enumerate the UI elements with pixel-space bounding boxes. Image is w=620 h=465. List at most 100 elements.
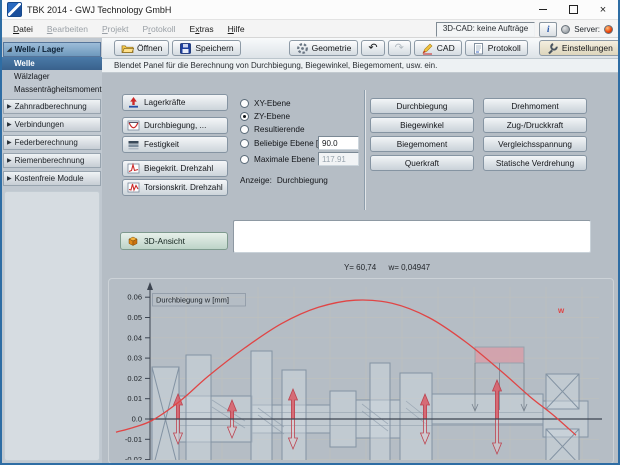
plane-option-zy-ebene[interactable]: ZY-Ebene [240, 111, 290, 122]
sidebar-group-federberechnung[interactable]: ▶Federberechnung [3, 135, 101, 150]
triangle-expanded-icon: ◢ [7, 47, 12, 53]
status-hint-line: Blendet Panel für die Berechnung von Dur… [102, 59, 618, 73]
redo-button[interactable]: ↷ [388, 40, 411, 56]
y-tick-label: 0.04 [127, 333, 142, 342]
zug-druckkraft-button[interactable]: Zug-/Druckkraft [483, 117, 587, 133]
result-button-label: Biegewinkel [400, 121, 444, 130]
sidebar-group-welle-lager[interactable]: ◢Welle / Lager [3, 42, 101, 57]
sidebar-group-kostenfreie-module[interactable]: ▶Kostenfreie Module [3, 171, 101, 186]
server-status-led-icon [604, 25, 613, 34]
y-tick-label: 0.06 [127, 293, 142, 302]
bending-speed-icon [127, 162, 140, 175]
menu-item-projekt[interactable]: Projekt [95, 24, 135, 34]
plane-option-xy-ebene[interactable]: XY-Ebene [240, 98, 291, 109]
lagerkräfte-button[interactable]: Lagerkräfte [122, 94, 228, 111]
save-button[interactable]: Speichern [172, 40, 240, 56]
settings-button-label: Einstellungen [562, 43, 613, 53]
redo-icon: ↷ [395, 43, 404, 53]
querkraft-button[interactable]: Querkraft [370, 155, 474, 171]
sidebar-group-zahnradberechnung[interactable]: ▶Zahnradberechnung [3, 99, 101, 114]
calc-button-label: Lagerkräfte [144, 98, 185, 107]
display-mode-value: Durchbiegung [277, 176, 328, 185]
settings-button[interactable]: Einstellungen [539, 40, 620, 56]
info-button[interactable]: i [539, 22, 557, 37]
statische-verdrehung-button[interactable]: Statische Verdrehung [483, 155, 587, 171]
sidebar-group-riemenberechnung[interactable]: ▶Riemenberechnung [3, 153, 101, 168]
maximize-button[interactable] [558, 0, 588, 19]
view-3d-label: 3D-Ansicht [144, 236, 185, 246]
app-logo-icon [7, 2, 22, 17]
festigkeit-button[interactable]: Festigkeit [122, 136, 228, 153]
menu-item-protokoll[interactable]: Protokoll [135, 24, 182, 34]
menu-item-datei[interactable]: Datei [6, 24, 40, 34]
y-tick-label: -0.01 [125, 435, 142, 444]
maximale-ebene-input [318, 152, 359, 166]
minimize-icon [539, 9, 547, 10]
cursor-readout: Y= 60,74 w= 0,04947 [262, 263, 512, 272]
view-3d-button[interactable]: 3D-Ansicht [120, 232, 228, 250]
triangle-collapsed-icon: ▶ [7, 158, 12, 164]
close-button[interactable]: × [588, 0, 618, 19]
cad-icon [421, 42, 434, 55]
result-button-label: Drehmoment [511, 102, 558, 111]
toolbar: ÖffnenSpeichern Geometrie↶ ↷ CADProtokoll Ei… [102, 38, 618, 59]
biegekrit-drehzahl-button[interactable]: Biegekrit. Drehzahl [122, 160, 228, 177]
torsionskrit-drehzahl-button[interactable]: Torsionskrit. Drehzahl [122, 179, 228, 196]
sidebar-group-label: Welle / Lager [15, 45, 64, 54]
drehmoment-button[interactable]: Drehmoment [483, 98, 587, 114]
geometry-button[interactable]: Geometrie [289, 40, 359, 56]
deflection-chart: 0.060.050.040.030.020.010.0-0.01-0.02Dur… [112, 282, 608, 460]
plane-option-label: Beliebige Ebene [°] [254, 139, 324, 148]
triangle-collapsed-icon: ▶ [7, 104, 12, 110]
protocol-button[interactable]: Protokoll [465, 40, 528, 56]
triangle-collapsed-icon: ▶ [7, 122, 12, 128]
menu-item-extras[interactable]: Extras [183, 24, 221, 34]
app-window: TBK 2014 - GWJ Technology GmbH × DateiBe… [0, 0, 620, 465]
legend-entry-w: w [557, 306, 565, 315]
undo-button[interactable]: ↶ [361, 40, 384, 56]
durchbiegung-button[interactable]: Durchbiegung [370, 98, 474, 114]
deflection-icon [127, 119, 140, 132]
sidebar-group-label: Federberechnung [15, 138, 78, 147]
vertical-divider [364, 90, 365, 210]
sidebar-item-wälzlager[interactable]: Wälzlager [2, 70, 102, 83]
beliebige-ebene-input[interactable] [318, 136, 359, 150]
title-bar: TBK 2014 - GWJ Technology GmbH × [2, 0, 618, 20]
sidebar-item-welle[interactable]: Welle [2, 57, 102, 70]
sidebar-group-label: Verbindungen [15, 120, 64, 129]
result-buttons-grid: Durchbiegung Drehmoment Biegewinkel Zug-/Dr… [370, 98, 587, 171]
calc-button-label: Durchbiegung, ... [144, 121, 206, 130]
sidebar-item-massenträgheitsmoment[interactable]: Massenträgheitsmoment [2, 83, 102, 96]
open-folder-icon [121, 42, 134, 55]
menu-item-hilfe[interactable]: Hilfe [221, 24, 252, 34]
radio-button-icon[interactable] [240, 155, 249, 164]
calc-button-label: Festigkeit [144, 140, 179, 149]
menu-bar-right: 3D-CAD: keine Aufträge i Server: [436, 22, 613, 36]
strength-icon [127, 138, 140, 151]
open-button[interactable]: Öffnen [114, 40, 169, 56]
shaft-panel: Lagerkräfte Durchbiegung, ... Festigkeit Bi… [102, 73, 618, 463]
plane-option-maximale-ebene[interactable]: Maximale Ebene [240, 154, 315, 165]
vergleichsspannung-button[interactable]: Vergleichsspannung [483, 136, 587, 152]
window-title: TBK 2014 - GWJ Technology GmbH [27, 5, 528, 15]
cad-status-box: 3D-CAD: keine Aufträge [436, 22, 535, 37]
display-mode-row: Anzeige:Durchbiegung [240, 176, 328, 185]
cursor-deflection-value: w= 0,04947 [388, 263, 430, 272]
plane-option-resultierende[interactable]: Resultierende [240, 124, 305, 135]
biegewinkel-button[interactable]: Biegewinkel [370, 117, 474, 133]
sidebar-group-verbindungen[interactable]: ▶Verbindungen [3, 117, 101, 132]
minimize-button[interactable] [528, 0, 558, 19]
menu-item-bearbeiten[interactable]: Bearbeiten [40, 24, 95, 34]
cad-button[interactable]: CAD [414, 40, 462, 56]
cad-status-led-icon [561, 25, 570, 34]
radio-button-icon[interactable] [240, 112, 249, 121]
durchbiegung-button[interactable]: Durchbiegung, ... [122, 117, 228, 134]
sidebar-navigation: ◢Welle / LagerWelleWälzlagerMassenträghe… [2, 38, 102, 463]
biegemoment-button[interactable]: Biegemoment [370, 136, 474, 152]
radio-button-icon[interactable] [240, 125, 249, 134]
sidebar-group-label: Zahnradberechnung [15, 102, 87, 111]
radio-button-icon[interactable] [240, 139, 249, 148]
plane-option-beliebige-ebene[interactable]: Beliebige Ebene [°] [240, 138, 324, 149]
radio-button-icon[interactable] [240, 99, 249, 108]
calculation-buttons: Lagerkräfte Durchbiegung, ... Festigkeit Bi… [122, 94, 228, 196]
